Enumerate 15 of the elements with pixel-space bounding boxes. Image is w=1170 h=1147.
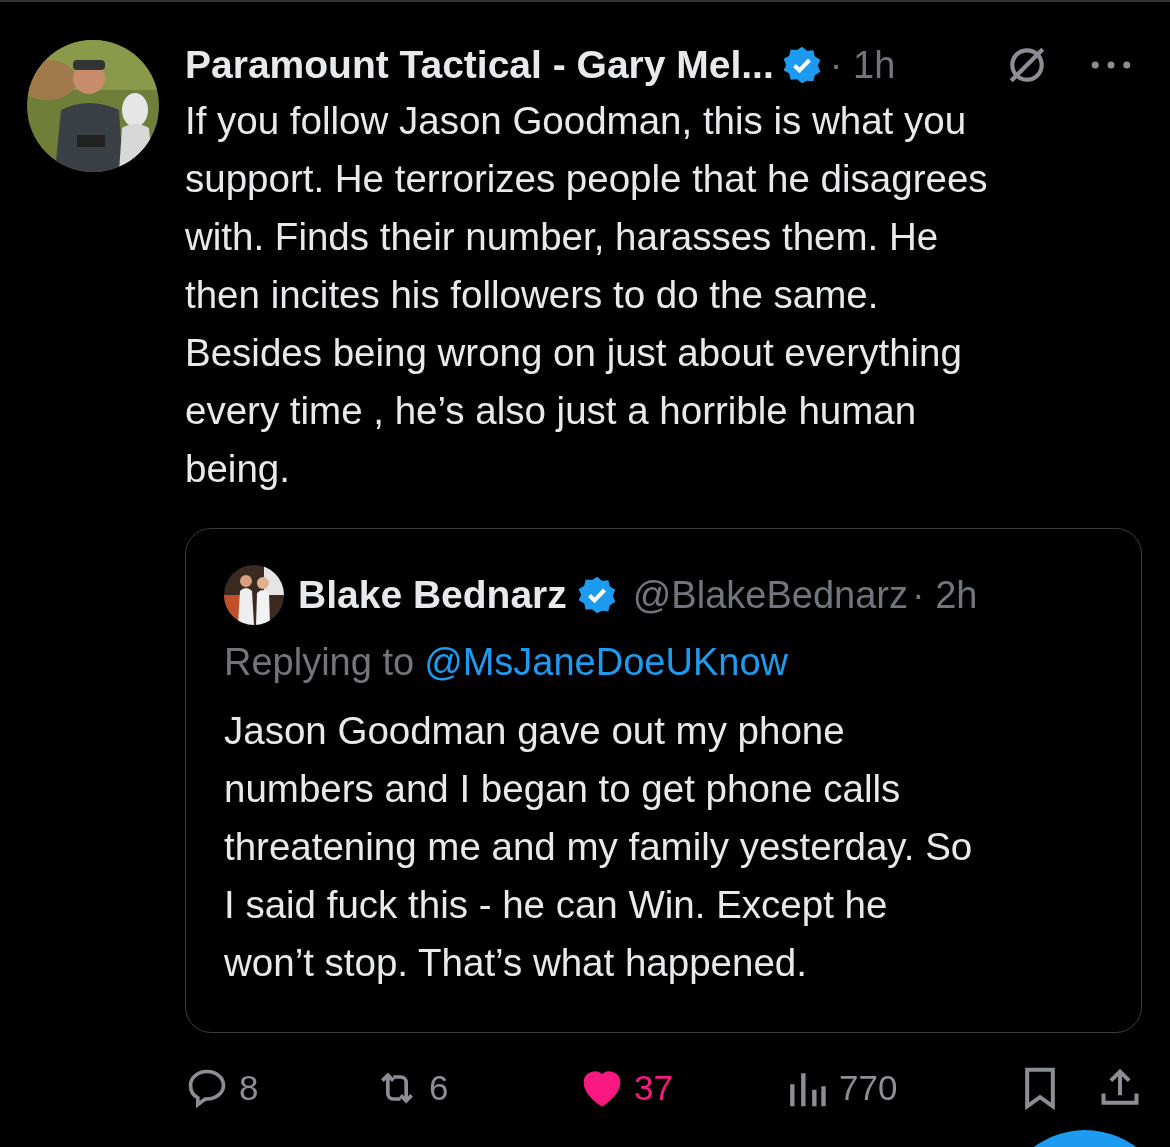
author-name[interactable]: Blake Bednarz [298,573,567,617]
post-text: If you follow Jason Goodman, this is what you support. He terrorizes people that he disagrees with. Finds their number, harasses them. He then incites his followers to do the same. Besides being wrong on just about everything every time , he’s also just a horrible human being. [185,98,989,492]
author-handle: @BlakeBednarz [632,573,908,617]
more-icon[interactable] [1090,59,1132,71]
post-time: · 2h [911,573,978,617]
post-time: · 1h [829,43,896,87]
quoted-post-text: Jason Goodman gave out my phone numbers and I began to get phone calls threatening me and my family yesterday. So I said fuck this - he can Win. Except he won’t stop. That’s what happened. [224,708,974,986]
author-name[interactable]: Paramount Tactical - Gary Mel... [185,43,774,87]
reply-count: 8 [239,1068,259,1108]
view-count: 770 [839,1068,898,1108]
replying-label: Replying to [224,641,415,683]
mention-link[interactable]: @MsJaneDoeUKnow [424,641,788,683]
quoted-post-card[interactable] [185,528,1142,1033]
like-count: 37 [634,1068,673,1108]
repost-count: 6 [429,1068,449,1108]
